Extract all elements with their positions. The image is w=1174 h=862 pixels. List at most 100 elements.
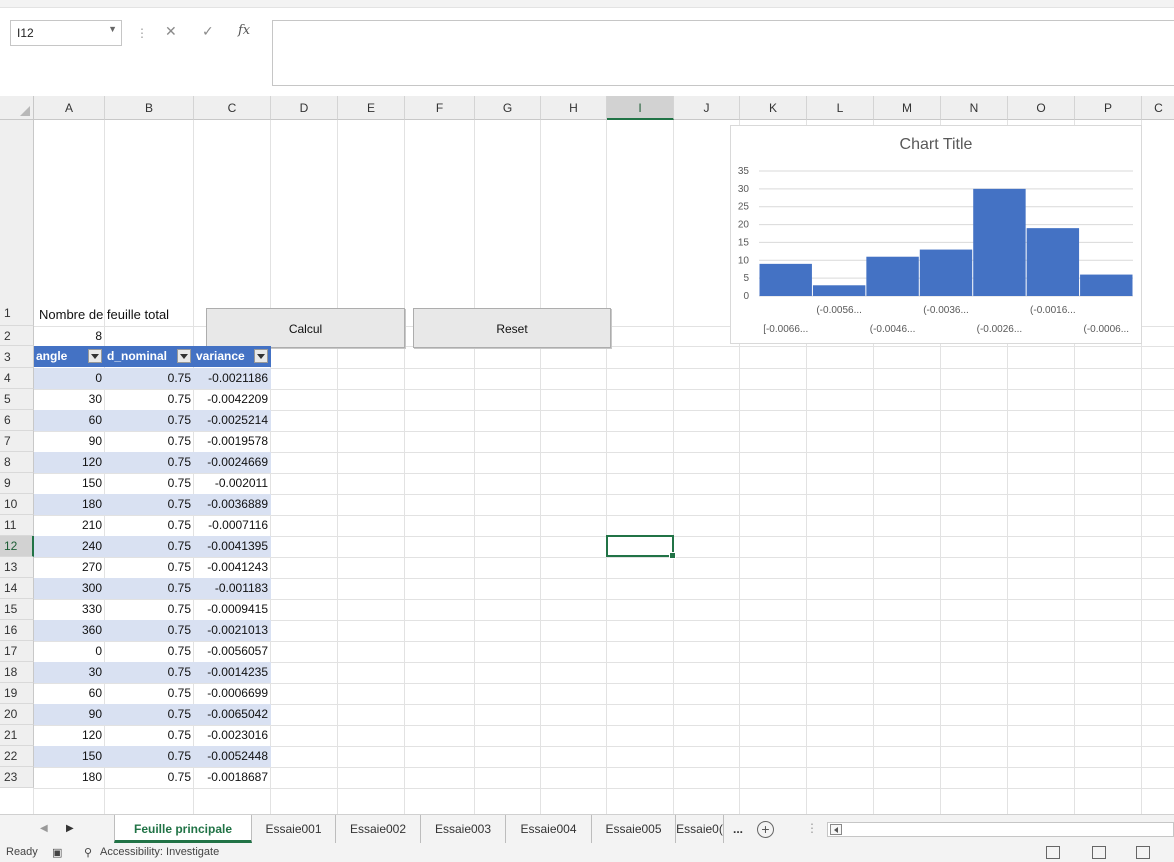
table-cell[interactable]: 270 (34, 557, 105, 578)
column-header-e[interactable]: E (338, 96, 405, 120)
sheet-tab[interactable]: Essaie005 (592, 815, 676, 843)
column-header-h[interactable]: H (541, 96, 607, 120)
table-cell[interactable]: 210 (34, 515, 105, 536)
column-header-k[interactable]: K (740, 96, 807, 120)
row-header-8[interactable]: 8 (0, 452, 34, 473)
column-header-c[interactable]: C (194, 96, 271, 120)
table-cell[interactable]: -0.0023016 (194, 725, 271, 746)
sheet-tab[interactable]: Essaie001 (252, 815, 336, 843)
d-nominal-header[interactable]: d_nominal (105, 346, 194, 367)
column-header-d[interactable]: D (271, 96, 338, 120)
table-cell[interactable]: -0.001183 (194, 578, 271, 599)
row-header-18[interactable]: 18 (0, 662, 34, 683)
table-cell[interactable]: 0 (34, 368, 105, 389)
table-cell[interactable]: -0.0009415 (194, 599, 271, 620)
column-header-c[interactable]: C (1142, 96, 1174, 120)
table-cell[interactable]: 90 (34, 704, 105, 725)
row-header-6[interactable]: 6 (0, 410, 34, 431)
table-cell[interactable]: -0.0007116 (194, 515, 271, 536)
table-cell[interactable]: 0.75 (105, 410, 194, 431)
table-cell[interactable]: -0.0021013 (194, 620, 271, 641)
column-header-a[interactable]: A (34, 96, 105, 120)
add-sheet-icon[interactable]: + (757, 821, 774, 838)
row-header-13[interactable]: 13 (0, 557, 34, 578)
table-cell[interactable]: 0.75 (105, 368, 194, 389)
table-cell[interactable]: 360 (34, 620, 105, 641)
accessibility-status[interactable]: Accessibility: Investigate (100, 846, 219, 858)
histogram-bar[interactable] (1026, 228, 1080, 296)
table-cell[interactable]: -0.0036889 (194, 494, 271, 515)
table-cell[interactable]: 240 (34, 536, 105, 557)
worksheet-grid[interactable]: A B C D E F G H I J K L M N O P C 1 2 3 4 5 6 7 8 9 10 11 12 13 14 15 16… (0, 96, 1174, 814)
table-cell[interactable]: 0.75 (105, 536, 194, 557)
filter-dropdown-icon[interactable] (254, 349, 268, 363)
table-cell[interactable]: 300 (34, 578, 105, 599)
table-cell[interactable]: 60 (34, 410, 105, 431)
column-header-g[interactable]: G (475, 96, 541, 120)
table-cell[interactable]: -0.0042209 (194, 389, 271, 410)
variance-header[interactable]: variance (194, 346, 271, 367)
sheet-tab[interactable]: Essaie003 (421, 815, 506, 843)
name-box[interactable]: I12 ▼ (10, 20, 122, 46)
table-cell[interactable]: 0.75 (105, 452, 194, 473)
histogram-chart[interactable]: Chart Title 0 5 10 15 20 25 30 35 [-0.0066... (-0.… (730, 125, 1142, 344)
table-cell[interactable]: -0.002011 (194, 473, 271, 494)
cell-a2[interactable]: 8 (34, 326, 105, 347)
prev-sheet-icon[interactable]: ◀ (40, 823, 48, 834)
column-header-l[interactable]: L (807, 96, 874, 120)
table-cell[interactable]: 30 (34, 389, 105, 410)
insert-function-icon[interactable]: fx (238, 23, 250, 38)
table-cell[interactable]: 0.75 (105, 578, 194, 599)
table-cell[interactable]: 0.75 (105, 662, 194, 683)
horizontal-scrollbar[interactable] (827, 822, 1174, 837)
table-cell[interactable]: -0.0021186 (194, 368, 271, 389)
column-header-m[interactable]: M (874, 96, 941, 120)
row-header-17[interactable]: 17 (0, 641, 34, 662)
histogram-bar[interactable] (866, 256, 919, 296)
active-cell-selection[interactable] (606, 535, 676, 559)
table-cell[interactable]: 150 (34, 473, 105, 494)
table-cell[interactable]: -0.0024669 (194, 452, 271, 473)
table-cell[interactable]: 0.75 (105, 641, 194, 662)
histogram-bar[interactable] (1080, 274, 1133, 296)
row-header-3[interactable]: 3 (0, 346, 34, 368)
row-header-16[interactable]: 16 (0, 620, 34, 641)
macro-record-icon[interactable]: ▣ (52, 846, 62, 859)
cell-a1[interactable]: Nombre de feuille total (34, 304, 204, 325)
row-header-2[interactable]: 2 (0, 326, 34, 346)
table-cell[interactable]: 60 (34, 683, 105, 704)
sheet-tab[interactable]: Essaie002 (336, 815, 421, 843)
table-cell[interactable]: 0.75 (105, 620, 194, 641)
histogram-bar[interactable] (759, 263, 812, 296)
cancel-icon[interactable]: ✕ (165, 23, 177, 40)
table-cell[interactable]: 0.75 (105, 515, 194, 536)
table-cell[interactable]: -0.0014235 (194, 662, 271, 683)
row-header-9[interactable]: 9 (0, 473, 34, 494)
table-cell[interactable]: -0.0056057 (194, 641, 271, 662)
column-header-b[interactable]: B (105, 96, 194, 120)
formula-input[interactable] (272, 20, 1174, 86)
table-cell[interactable]: 0.75 (105, 599, 194, 620)
sheet-tab[interactable]: Essaie0( (676, 815, 724, 843)
table-cell[interactable]: 0.75 (105, 767, 194, 788)
row-header-14[interactable]: 14 (0, 578, 34, 599)
column-header-p[interactable]: P (1075, 96, 1142, 120)
column-header-f[interactable]: F (405, 96, 475, 120)
row-header-11[interactable]: 11 (0, 515, 34, 536)
table-cell[interactable]: 0.75 (105, 683, 194, 704)
table-cell[interactable]: -0.0018687 (194, 767, 271, 788)
table-cell[interactable]: 30 (34, 662, 105, 683)
tab-splitter-icon[interactable]: ⋮ (806, 821, 818, 835)
more-sheets-button[interactable]: ... (724, 815, 752, 843)
table-cell[interactable]: 0.75 (105, 704, 194, 725)
page-break-view-icon[interactable] (1136, 846, 1150, 859)
table-cell[interactable]: 0.75 (105, 473, 194, 494)
histogram-bar[interactable] (812, 285, 866, 296)
calcul-button[interactable]: Calcul (206, 308, 405, 348)
histogram-bar[interactable] (973, 188, 1026, 296)
column-header-j[interactable]: J (674, 96, 740, 120)
next-sheet-icon[interactable]: ▶ (66, 823, 74, 834)
table-cell[interactable]: -0.0065042 (194, 704, 271, 725)
column-header-i[interactable]: I (607, 96, 674, 120)
table-cell[interactable]: 0.75 (105, 431, 194, 452)
